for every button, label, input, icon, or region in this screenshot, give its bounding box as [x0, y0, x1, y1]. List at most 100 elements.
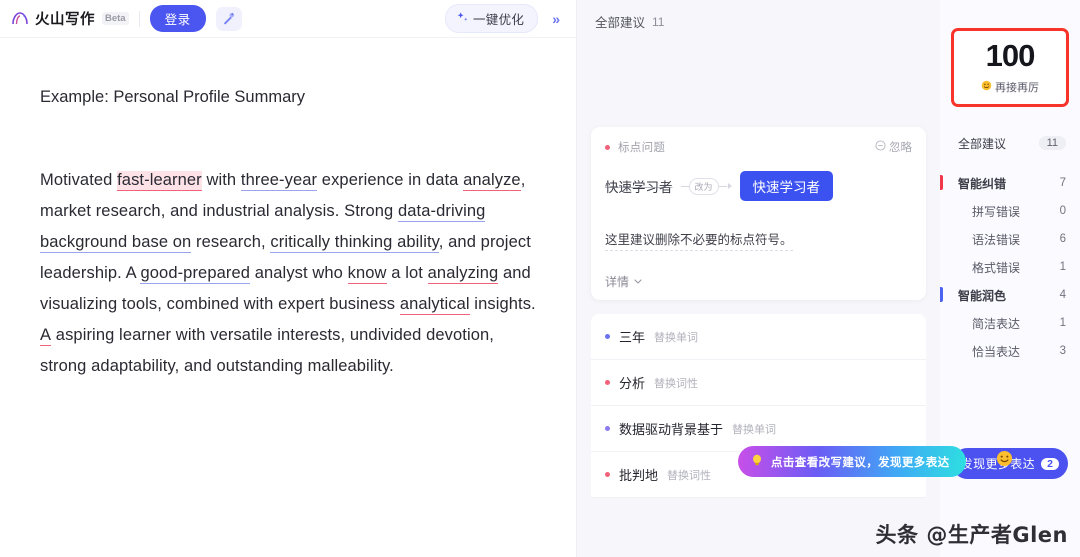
suggestions-header: 全部建议 11: [577, 0, 940, 31]
suggestion-row[interactable]: 分析 替换词性: [591, 360, 926, 406]
volcano-logo-icon: [10, 9, 30, 29]
sidebar-item-语法错误[interactable]: 语法错误 6: [940, 225, 1080, 253]
flagged-text[interactable]: A: [40, 326, 52, 346]
sidebar-item-拼写错误[interactable]: 拼写错误 0: [940, 197, 1080, 225]
sidebar-all-count: 11: [1038, 136, 1066, 150]
category-count: 7: [1059, 177, 1066, 189]
flagged-text[interactable]: good-prepared: [140, 264, 251, 284]
document-paragraph[interactable]: Motivated fast-learner with three-year e…: [40, 165, 536, 382]
sidebar-item-all-suggestions[interactable]: 全部建议 11: [940, 129, 1080, 157]
score-caption: 再接再厉: [954, 79, 1066, 95]
minus-circle-icon: [875, 140, 886, 154]
category-count: 0: [1059, 205, 1066, 217]
suggestion-tag: 替换词性: [654, 377, 699, 390]
original-word: 快速学习者: [605, 180, 673, 195]
celebration-emoji-icon: [996, 450, 1013, 471]
flagged-text[interactable]: analytical: [399, 295, 470, 315]
flagged-text[interactable]: analyzing: [427, 264, 499, 284]
editor-pane: 火山写作 Beta 登录 一键优化 » Example: Personal Pr…: [0, 0, 576, 557]
flagged-text[interactable]: analyze: [463, 171, 521, 191]
smile-emoji-icon: [981, 80, 992, 94]
document-editor[interactable]: Example: Personal Profile Summary Motiva…: [0, 38, 576, 382]
suggestions-header-label: 全部建议: [595, 16, 646, 30]
severity-dot-icon: [605, 380, 610, 385]
apply-replacement-button[interactable]: 快速学习者: [739, 171, 834, 201]
brand-name: 火山写作: [35, 12, 95, 28]
flagged-text[interactable]: know: [347, 264, 387, 284]
category-accent-bar: [940, 175, 943, 190]
app-header: 火山写作 Beta 登录 一键优化 »: [0, 0, 576, 38]
app-root: 火山写作 Beta 登录 一键优化 » Example: Personal Pr…: [0, 0, 1080, 557]
replace-arrow-icon: 改为: [680, 177, 732, 195]
magic-wand-icon[interactable]: [215, 6, 242, 31]
discover-count-badge: 2: [1041, 457, 1060, 470]
severity-dot-icon: [605, 334, 610, 339]
suggestion-row[interactable]: 三年 替换单词: [591, 314, 926, 360]
suggestions-list: 标点问题 忽略 快速学习者 改为 快速学习者 这里建议删除不必要的标点符号。 详…: [577, 127, 940, 498]
ignore-label: 忽略: [889, 142, 912, 154]
lightbulb-icon: [750, 453, 764, 470]
header-divider: [138, 10, 140, 27]
flagged-text[interactable]: fast-learner: [117, 171, 202, 191]
severity-dot-icon: [605, 426, 610, 431]
score-sidebar: 100 再接再厉 全部建议 11 智能纠错 7 拼写错误 0 语法错误 6 格式错误 1 智能: [940, 0, 1080, 557]
suggestion-word: 三年: [619, 330, 646, 345]
score-card: 100 再接再厉: [951, 28, 1069, 107]
tooltip-text: 点击查看改写建议，发现更多表达: [771, 456, 950, 469]
rewrite-hint-tooltip: 点击查看改写建议，发现更多表达: [738, 446, 965, 477]
severity-dot-icon: [605, 144, 610, 150]
category-count: 6: [1059, 233, 1066, 245]
category-label: 智能纠错: [958, 176, 1007, 191]
sidebar-item-恰当表达[interactable]: 恰当表达 3: [940, 337, 1080, 365]
details-toggle[interactable]: 详情: [605, 273, 912, 290]
sparkle-icon: [456, 11, 469, 27]
suggestions-header-count: 11: [652, 14, 665, 29]
flagged-text[interactable]: three-year: [240, 171, 318, 191]
beta-badge: Beta: [102, 12, 129, 25]
sidebar-item-智能润色[interactable]: 智能润色 4: [940, 281, 1080, 309]
one-click-optimize-button[interactable]: 一键优化: [445, 4, 539, 33]
chevron-down-icon: [633, 275, 643, 289]
category-label: 智能润色: [958, 288, 1007, 303]
suggestion-description: 这里建议删除不必要的标点符号。: [605, 229, 793, 251]
ignore-button[interactable]: 忽略: [875, 139, 912, 155]
category-count: 3: [1059, 345, 1066, 357]
login-button[interactable]: 登录: [149, 5, 206, 32]
double-chevron-right-icon[interactable]: »: [548, 9, 564, 29]
watermark: 头条 @生产者Glen: [875, 523, 1068, 547]
score-caption-label: 再接再厉: [995, 82, 1039, 94]
suggestion-word: 分析: [619, 376, 646, 391]
category-list: 全部建议 11 智能纠错 7 拼写错误 0 语法错误 6 格式错误 1 智能润色 4 简洁表达 1 恰当…: [940, 129, 1080, 365]
sidebar-item-智能纠错[interactable]: 智能纠错 7: [940, 169, 1080, 197]
suggestion-word: 数据驱动背景基于: [619, 422, 724, 437]
document-title: Example: Personal Profile Summary: [40, 88, 306, 106]
category-count: 1: [1059, 261, 1066, 273]
suggestion-tag: 替换单词: [732, 423, 777, 436]
score-value: 100: [982, 38, 1038, 73]
suggestion-type-label: 标点问题: [618, 142, 666, 154]
category-count: 1: [1059, 317, 1066, 329]
category-label: 拼写错误: [972, 204, 1021, 219]
optimize-label: 一键优化: [473, 13, 525, 27]
active-suggestion-card[interactable]: 标点问题 忽略 快速学习者 改为 快速学习者 这里建议删除不必要的标点符号。 详…: [591, 127, 926, 300]
suggestion-tag: 替换词性: [667, 469, 712, 482]
category-label: 简洁表达: [972, 316, 1021, 331]
sidebar-item-格式错误[interactable]: 格式错误 1: [940, 253, 1080, 281]
category-label: 恰当表达: [972, 344, 1021, 359]
suggestion-tag: 替换单词: [654, 331, 699, 344]
category-label: 格式错误: [972, 260, 1021, 275]
brand: 火山写作 Beta: [10, 8, 129, 29]
details-label: 详情: [605, 275, 630, 289]
category-items: 智能纠错 7 拼写错误 0 语法错误 6 格式错误 1 智能润色 4 简洁表达 1 恰当表达 3: [940, 169, 1080, 365]
sidebar-all-label: 全部建议: [958, 136, 1007, 151]
category-accent-bar: [940, 287, 943, 302]
flagged-text[interactable]: critically thinking ability: [270, 233, 439, 253]
replace-arrow-label: 改为: [688, 177, 719, 195]
suggestion-word: 批判地: [619, 468, 659, 483]
replace-row: 快速学习者 改为 快速学习者: [605, 171, 912, 201]
category-count: 4: [1059, 289, 1066, 301]
category-label: 语法错误: [972, 232, 1021, 247]
card-header: 标点问题 忽略: [605, 139, 912, 155]
severity-dot-icon: [605, 472, 610, 477]
sidebar-item-简洁表达[interactable]: 简洁表达 1: [940, 309, 1080, 337]
